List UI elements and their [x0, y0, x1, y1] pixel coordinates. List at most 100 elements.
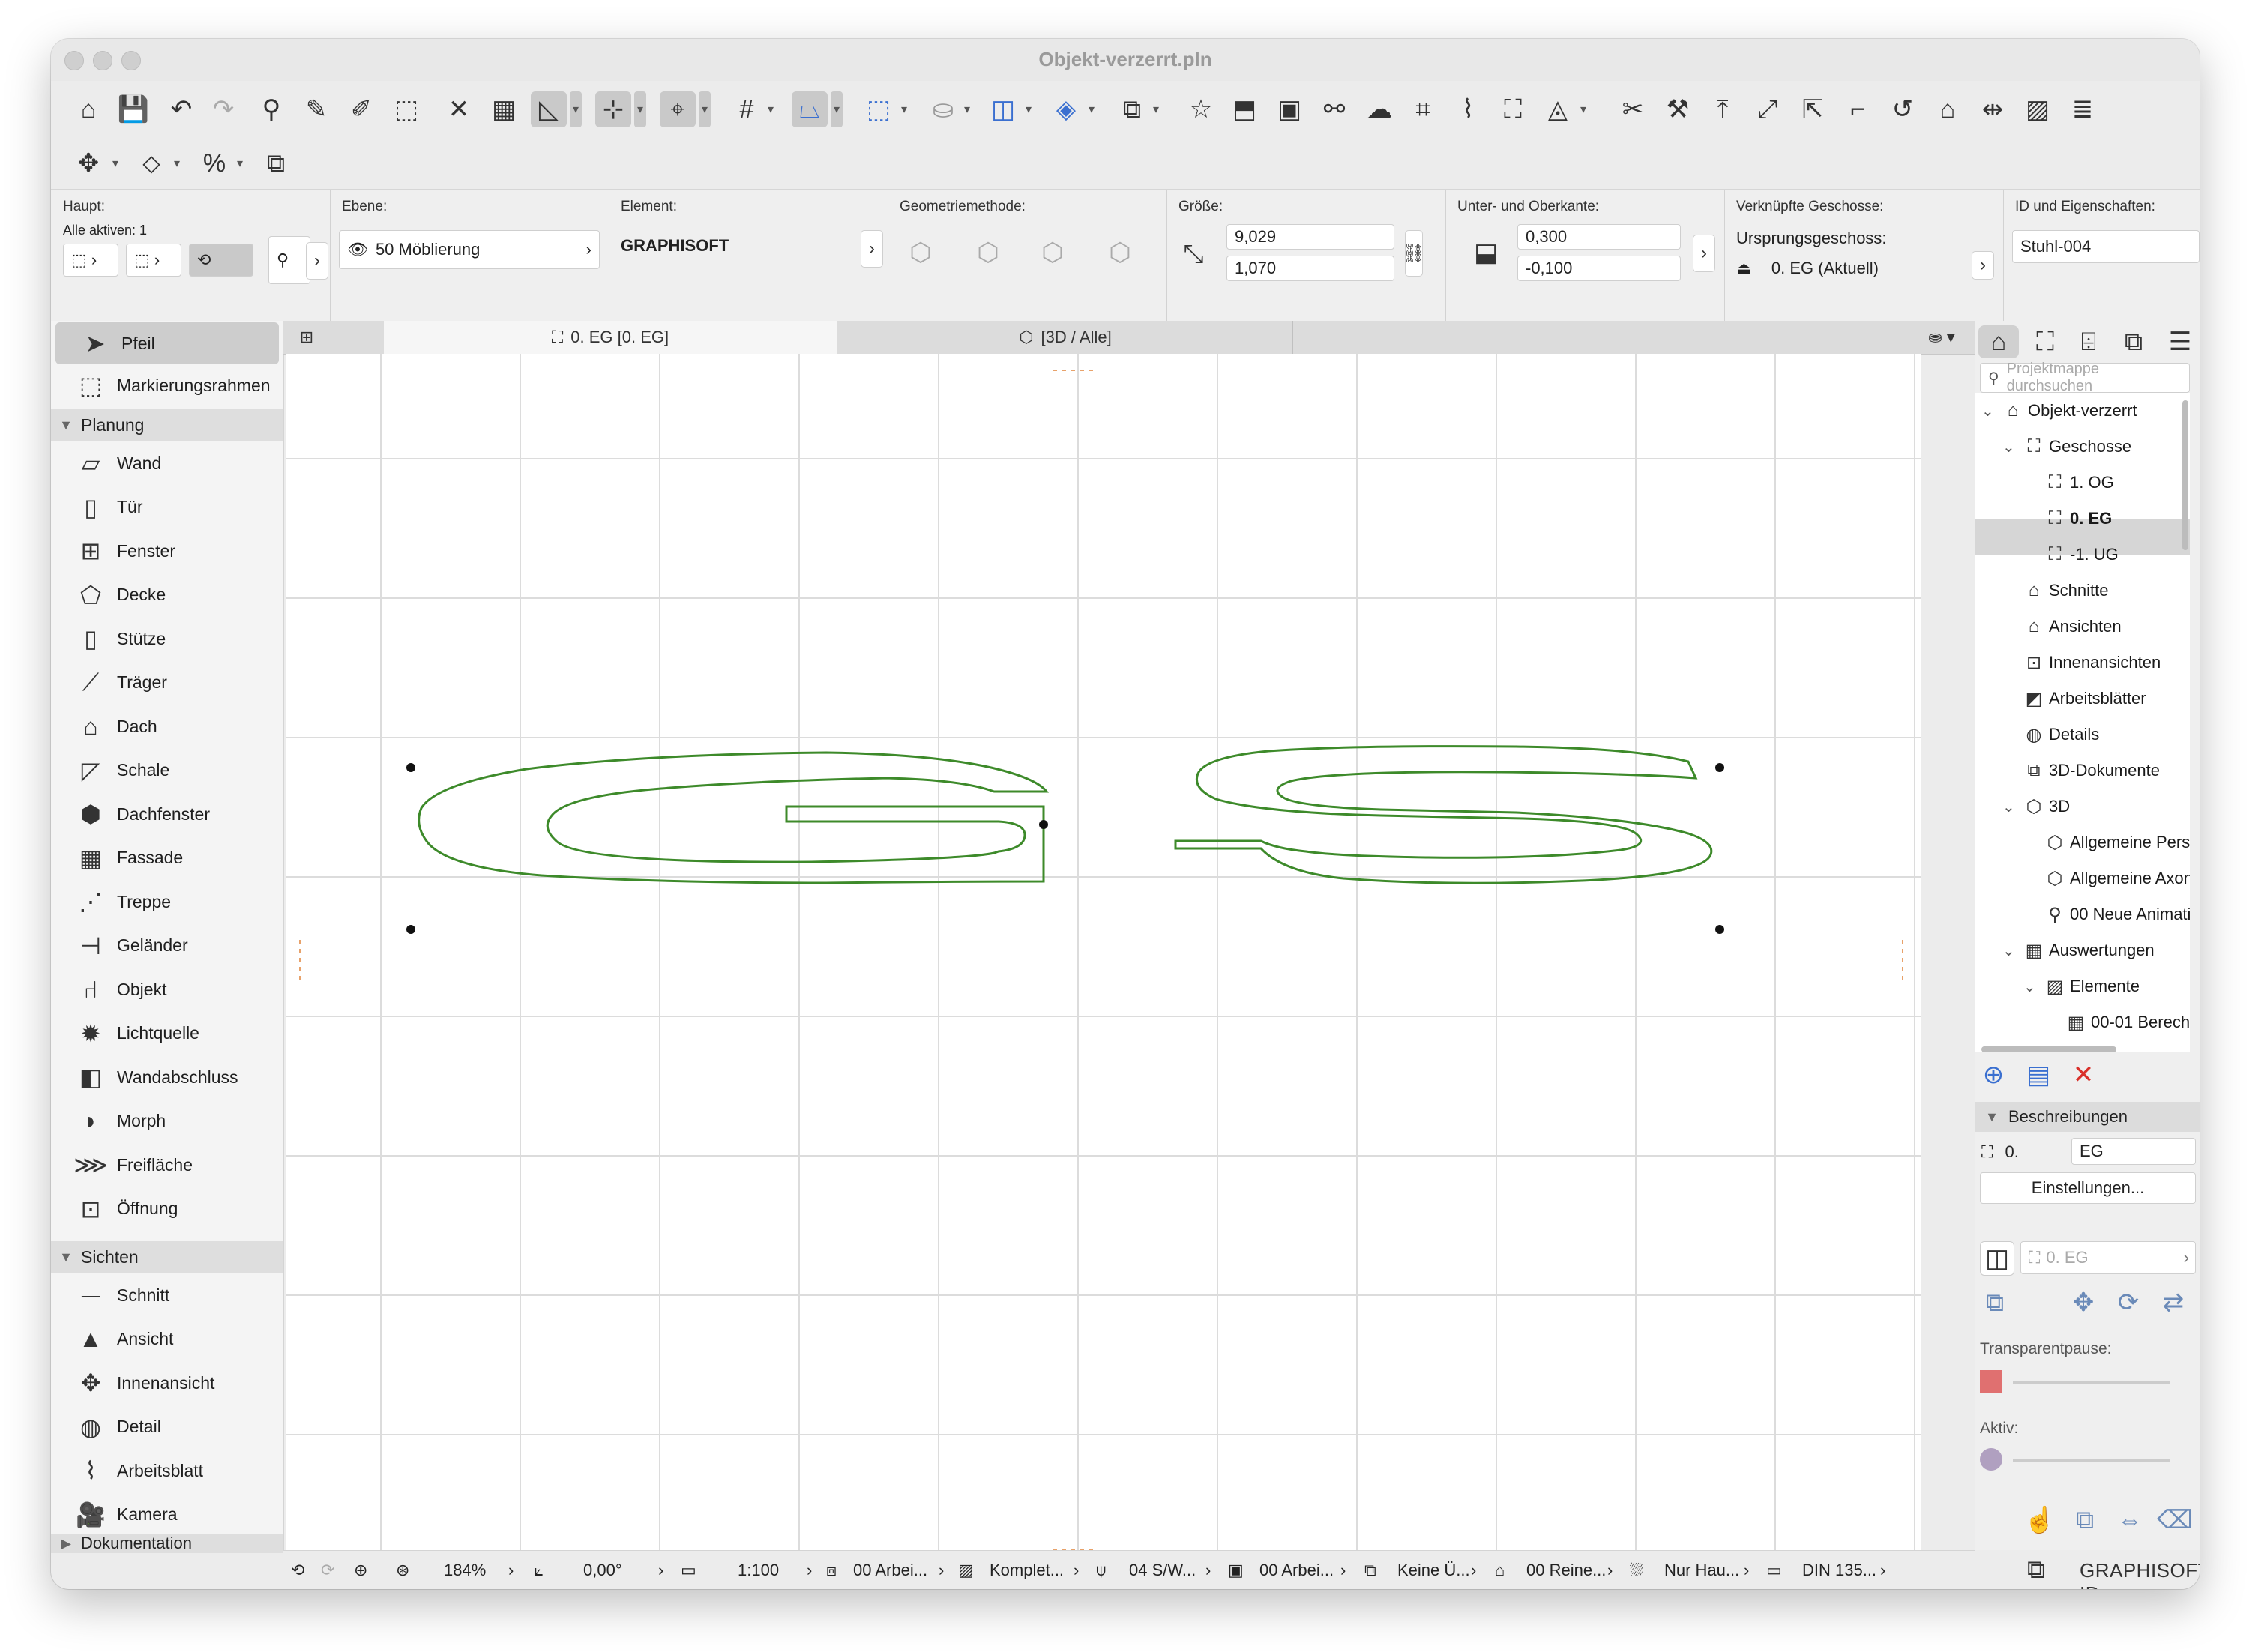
- bottom-action-2-icon[interactable]: ⧉: [2070, 1505, 2100, 1535]
- tool-fassade[interactable]: ▦ Fassade: [51, 837, 283, 879]
- sync-icon[interactable]: ⇄: [2158, 1288, 2188, 1318]
- tree-item[interactable]: ⧉ 3D-Dokumente: [2002, 753, 2160, 789]
- tab-menu-icon[interactable]: ⛂ ▾: [1912, 321, 1972, 354]
- tool-öffnung[interactable]: ⊡ Öffnung: [51, 1188, 283, 1230]
- tool-träger[interactable]: ⟋ Träger: [51, 662, 283, 704]
- favorites-icon[interactable]: ☆: [1183, 91, 1219, 127]
- guide-icon[interactable]: ⊹: [595, 91, 631, 127]
- save-icon[interactable]: 💾: [115, 91, 151, 127]
- haupt-expand[interactable]: ›: [306, 242, 328, 280]
- distribute-icon[interactable]: ⌐: [1840, 91, 1876, 127]
- layers-icon[interactable]: ⛀: [925, 91, 961, 127]
- bottom-action-4-icon[interactable]: ⌫: [2157, 1505, 2193, 1535]
- redo-icon[interactable]: ↷: [205, 91, 241, 127]
- rotate-view-icon[interactable]: ⟲: [291, 1551, 304, 1589]
- tool-pfeil[interactable]: ➤ Pfeil: [55, 322, 279, 364]
- unterkante-input[interactable]: -0,100: [1517, 256, 1681, 281]
- selection-hotspots[interactable]: [406, 763, 1724, 934]
- resize-icon[interactable]: ≣: [2065, 91, 2101, 127]
- pen-set-chevron-icon[interactable]: ›: [1205, 1551, 1211, 1589]
- floorplan-canvas[interactable]: [286, 354, 1921, 1558]
- size-x-input[interactable]: 9,029: [1226, 224, 1394, 250]
- move-icon[interactable]: ✥: [70, 145, 106, 181]
- layout-book-icon[interactable]: ⌹: [2068, 325, 2109, 358]
- section-dropdown[interactable]: ▾: [1150, 91, 1162, 127]
- tool-wandabschluss[interactable]: ◧ Wandabschluss: [51, 1056, 283, 1098]
- tree-item[interactable]: ⛶ 0. EG: [2023, 501, 2113, 537]
- 3d-view-icon[interactable]: ◈: [1048, 91, 1084, 127]
- tool-arbeitsblatt[interactable]: ⌇ Arbeitsblatt: [51, 1450, 283, 1492]
- angle-value[interactable]: 0,00°: [583, 1551, 622, 1589]
- group-sichten[interactable]: ▼ Sichten: [51, 1241, 283, 1273]
- tree-item[interactable]: ⌂ Ansichten: [2002, 609, 2122, 645]
- tab-floorplan[interactable]: ⛶ 0. EG [0. EG]: [384, 321, 837, 354]
- adjust-dropdown[interactable]: ▾: [1577, 91, 1589, 127]
- inject-icon[interactable]: ✐: [343, 91, 379, 127]
- trace-ref-dropdown[interactable]: ▾: [1023, 91, 1035, 127]
- beschreibungen-header[interactable]: ▼ Beschreibungen: [1975, 1102, 2200, 1132]
- tool-dach[interactable]: ⌂ Dach: [51, 705, 283, 747]
- tool-dachfenster[interactable]: ⬢ Dachfenster: [51, 793, 283, 835]
- view-field[interactable]: ⛶ 0. EG ›: [2020, 1241, 2196, 1274]
- coordinates-dropdown[interactable]: ▾: [699, 91, 711, 127]
- undo-icon[interactable]: ↶: [163, 91, 199, 127]
- tool-markierungsrahmen[interactable]: ⬚ Markierungsrahmen: [51, 364, 283, 406]
- angle-chevron-icon[interactable]: ›: [658, 1551, 663, 1589]
- element-settings-button[interactable]: ›: [861, 230, 883, 268]
- delete-icon[interactable]: ✕: [2068, 1060, 2098, 1090]
- tab-overview-icon[interactable]: ⊞: [283, 321, 330, 354]
- percent-icon[interactable]: %: [196, 145, 232, 181]
- stretch-icon[interactable]: ▨: [2020, 91, 2056, 127]
- view-settings-icon[interactable]: ◫: [1980, 1241, 2014, 1276]
- override-chevron-icon[interactable]: ›: [1471, 1551, 1476, 1589]
- tree-item[interactable]: ⬡ Allgemeine Perspektive: [2023, 825, 2190, 860]
- model-view-value[interactable]: 00 Arbei...: [1259, 1551, 1334, 1589]
- transparent-slider[interactable]: [2013, 1381, 2170, 1384]
- caret-icon[interactable]: ⌄: [2002, 798, 2019, 816]
- tree-item[interactable]: ⌄ ▨ Elemente: [2023, 968, 2140, 1004]
- ursprung-field[interactable]: ⏏ 0. EG (Aktuell): [1736, 259, 1879, 278]
- grid-snap-icon[interactable]: #: [729, 91, 765, 127]
- partial-value[interactable]: Nur Hau...: [1664, 1551, 1739, 1589]
- tab-3d[interactable]: ⬡ [3D / Alle]: [838, 321, 1293, 354]
- tree-item[interactable]: ⌄ ▦ Auswertungen: [2002, 932, 2155, 968]
- group-planung[interactable]: ▼ Planung: [51, 409, 283, 441]
- tool-geländer[interactable]: ⊣ Geländer: [51, 925, 283, 967]
- tool-freifläche[interactable]: ⋙ Freifläche: [51, 1144, 283, 1186]
- navigator-search[interactable]: ⚲ Projektmappe durchsuchen: [1980, 361, 2190, 394]
- plane-icon[interactable]: ⏢: [792, 91, 828, 127]
- aktiv-slider[interactable]: [2013, 1459, 2170, 1462]
- tool-lichtquelle[interactable]: ✹ Lichtquelle: [51, 1013, 283, 1055]
- override-value[interactable]: Keine Ü...: [1397, 1551, 1470, 1589]
- tree-item[interactable]: ⌄ ⌂ Objekt-verzerrt: [1981, 393, 2137, 429]
- layers-dropdown[interactable]: ▾: [961, 91, 973, 127]
- magic-wand-icon[interactable]: ⬚: [388, 91, 424, 127]
- tree-item[interactable]: ⌄ ⬡ 3D: [2002, 789, 2070, 825]
- tool-fenster[interactable]: ⊞ Fenster: [51, 530, 283, 572]
- oberkante-input[interactable]: 0,300: [1517, 224, 1681, 250]
- geometry-method-2-icon[interactable]: ⬡: [970, 235, 1006, 271]
- caret-icon[interactable]: ⌄: [2002, 941, 2019, 960]
- model-view-chevron-icon[interactable]: ›: [1340, 1551, 1346, 1589]
- intersect-icon[interactable]: ✂: [1615, 91, 1651, 127]
- fit-zoom-icon[interactable]: ⊛: [396, 1551, 409, 1589]
- tree-item[interactable]: ⚲ 00 Neue Animation: [2023, 896, 2190, 932]
- grid-dropdown[interactable]: ▾: [765, 91, 777, 127]
- bottom-action-3-icon[interactable]: ⇔: [2115, 1505, 2145, 1535]
- geometry-method-3-icon[interactable]: ⬡: [1035, 235, 1071, 271]
- tree-item[interactable]: ⌂ Schnitte: [2002, 573, 2109, 609]
- plane-dropdown[interactable]: ▾: [831, 91, 843, 127]
- find-select-icon[interactable]: ⚲: [253, 91, 289, 127]
- move-view-icon[interactable]: ✥: [2068, 1288, 2098, 1318]
- rotate-icon[interactable]: ↺: [1885, 91, 1921, 127]
- stories-expand[interactable]: ›: [1972, 251, 1994, 280]
- coordinates-icon[interactable]: ⌖: [660, 91, 696, 127]
- copy-icon[interactable]: ⧉: [258, 145, 294, 181]
- tool-treppe[interactable]: ⋰ Treppe: [51, 881, 283, 923]
- elevate-icon[interactable]: ⌂: [1930, 91, 1966, 127]
- tree-horizontal-scrollbar[interactable]: [1981, 1046, 2116, 1052]
- group-dokumentation[interactable]: ▶ Dokumentation: [51, 1534, 283, 1553]
- home-icon[interactable]: ⌂: [70, 91, 106, 127]
- tree-item[interactable]: ◍ Details: [2002, 717, 2100, 753]
- chain-icon[interactable]: ⛓: [1403, 230, 1425, 277]
